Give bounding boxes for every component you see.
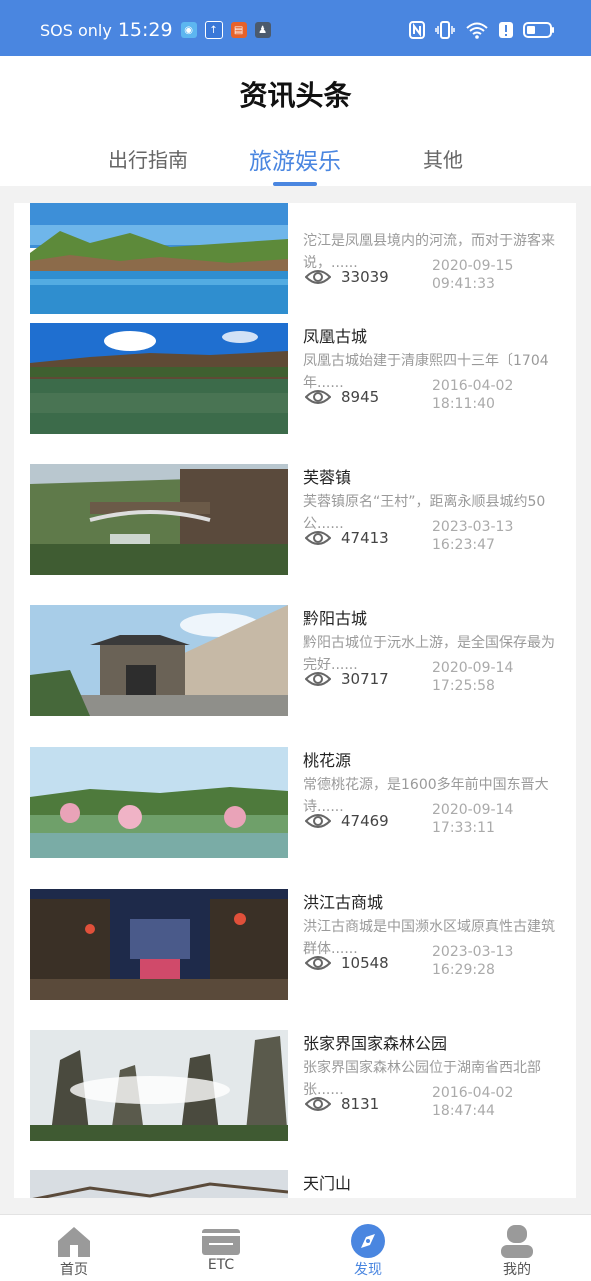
tab-travel-guide[interactable]: 出行指南 <box>98 144 198 173</box>
list-item[interactable]: 芙蓉镇 芙蓉镇原名“王村”，距离永顺县城约50公...... 47413 202… <box>14 464 576 605</box>
header: 资讯头条 出行指南 旅游娱乐 其他 <box>0 56 591 186</box>
list-item[interactable]: 张家界国家森林公园 张家界国家森林公园位于湖南省西北部张...... 8131 … <box>14 1030 576 1171</box>
article-title: 黔阳古城 <box>303 609 368 628</box>
vibrate-icon <box>435 21 455 39</box>
publish-date: 2020-09-15 <box>432 258 514 274</box>
publish-clock: 16:23:47 <box>432 537 495 553</box>
article-title: 芙蓉镇 <box>303 468 352 487</box>
publish-clock: 09:41:33 <box>432 276 495 292</box>
upload-notification-icon: ↑ <box>204 21 223 39</box>
etc-card-icon <box>202 1229 240 1255</box>
publish-clock: 18:11:40 <box>432 396 495 412</box>
wifi-icon <box>466 22 488 39</box>
publish-time: 2016-04-02 18:47:44 <box>432 1084 513 1120</box>
article-title: 张家界国家森林公园 <box>303 1034 448 1053</box>
view-count: 33039 <box>305 266 389 288</box>
page-title: 资讯头条 <box>239 79 352 112</box>
nfc-icon <box>409 21 425 39</box>
article-thumbnail <box>30 464 288 575</box>
battery-icon <box>523 22 554 38</box>
publish-clock: 16:29:28 <box>432 962 495 978</box>
nav-etc[interactable]: ETC <box>171 1215 271 1281</box>
network-status: SOS only <box>40 20 112 40</box>
list-item[interactable]: 黔阳古城 黔阳古城位于沅水上游，是全国保存最为完好...... 30717 20… <box>14 605 576 746</box>
view-count: 8945 <box>305 386 379 408</box>
publish-time: 2020-09-14 17:33:11 <box>432 801 513 837</box>
publish-date: 2016-04-02 <box>432 378 514 394</box>
publish-time: 2023-03-13 16:29:28 <box>432 943 513 979</box>
publish-date: 2016-04-02 <box>432 1085 514 1101</box>
publish-clock: 17:25:58 <box>432 678 495 694</box>
nav-profile[interactable]: 我的 <box>467 1215 567 1281</box>
article-thumbnail <box>30 1030 288 1141</box>
nav-discover[interactable]: 发现 <box>318 1215 418 1281</box>
publish-time: 2016-04-02 18:11:40 <box>432 377 513 413</box>
publish-date: 2023-03-13 <box>432 944 514 960</box>
article-title: 桃花源 <box>303 751 352 770</box>
news-app-icon: ▤ <box>230 22 247 38</box>
article-thumbnail <box>30 203 288 314</box>
nav-discover-label: 发现 <box>354 1262 382 1278</box>
view-count-value: 10548 <box>341 954 389 972</box>
publish-time: 2020-09-14 17:25:58 <box>432 659 513 695</box>
article-title: 天门山 <box>303 1174 352 1193</box>
nav-home-label: 首页 <box>60 1262 88 1278</box>
eye-icon <box>305 390 331 404</box>
article-thumbnail <box>30 747 288 858</box>
tab-other[interactable]: 其他 <box>403 144 483 173</box>
view-count: 47469 <box>305 810 389 832</box>
view-count-value: 47413 <box>341 529 389 547</box>
view-count-value: 33039 <box>341 268 389 286</box>
view-count-value: 8131 <box>341 1095 380 1113</box>
eye-icon <box>305 956 331 970</box>
nav-profile-label: 我的 <box>503 1262 531 1278</box>
article-thumbnail <box>30 889 288 1000</box>
article-thumbnail <box>30 323 288 434</box>
view-count-value: 8945 <box>341 388 380 406</box>
publish-time: 2023-03-13 16:23:47 <box>432 518 513 554</box>
user-icon <box>501 1225 533 1258</box>
eye-icon <box>305 814 331 828</box>
list-item[interactable]: 桃花源 常德桃花源，是1600多年前中国东晋大诗...... 47469 202… <box>14 747 576 888</box>
article-title: 洪江古商城 <box>303 893 384 912</box>
list-item[interactable]: 凤凰古城 凤凰古城始建于清康熙四十三年〔1704年...... 8945 201… <box>14 323 576 464</box>
alert-icon <box>499 22 513 38</box>
publish-time: 2020-09-15 09:41:33 <box>432 257 513 293</box>
article-title: 凤凰古城 <box>303 327 368 346</box>
article-thumbnail <box>30 605 288 716</box>
active-tab-indicator <box>273 182 317 186</box>
publish-date: 2020-09-14 <box>432 802 514 818</box>
nav-home[interactable]: 首页 <box>24 1215 124 1281</box>
article-thumbnail <box>30 1170 288 1198</box>
eye-icon <box>305 531 331 545</box>
list-item[interactable]: 洪江古商城 洪江古商城是中国濒水区域原真性古建筑群体...... 10548 2… <box>14 889 576 1030</box>
nav-etc-label: ETC <box>207 1257 235 1273</box>
home-icon <box>58 1227 90 1257</box>
view-count: 8131 <box>305 1093 379 1115</box>
eye-icon <box>305 270 331 284</box>
view-count-value: 47469 <box>341 812 389 830</box>
game-app-icon: ♟ <box>254 22 271 38</box>
eye-icon <box>305 1097 331 1111</box>
publish-clock: 18:47:44 <box>432 1103 495 1119</box>
publish-date: 2020-09-14 <box>432 660 514 676</box>
clock: 15:29 <box>117 19 173 41</box>
article-list[interactable]: 沱江是凤凰县境内的河流，而对于游客来说，...... 33039 2020-09… <box>14 203 576 1198</box>
publish-date: 2023-03-13 <box>432 519 514 535</box>
bottom-navigation: 首页 ETC 发现 我的 <box>0 1214 591 1281</box>
view-count: 30717 <box>305 668 389 690</box>
publish-clock: 17:33:11 <box>432 820 495 836</box>
view-count: 10548 <box>305 952 389 974</box>
tab-tourism-entertainment[interactable]: 旅游娱乐 <box>237 142 353 176</box>
compass-icon <box>351 1224 385 1258</box>
status-bar: SOS only 15:29 ◉ ↑ ▤ ♟ <box>0 0 591 56</box>
list-item[interactable]: 天门山 <box>14 1170 576 1198</box>
eye-icon <box>305 672 331 686</box>
view-count: 47413 <box>305 527 389 549</box>
view-count-value: 30717 <box>341 670 389 688</box>
app-notification-icon: ◉ <box>180 22 197 38</box>
